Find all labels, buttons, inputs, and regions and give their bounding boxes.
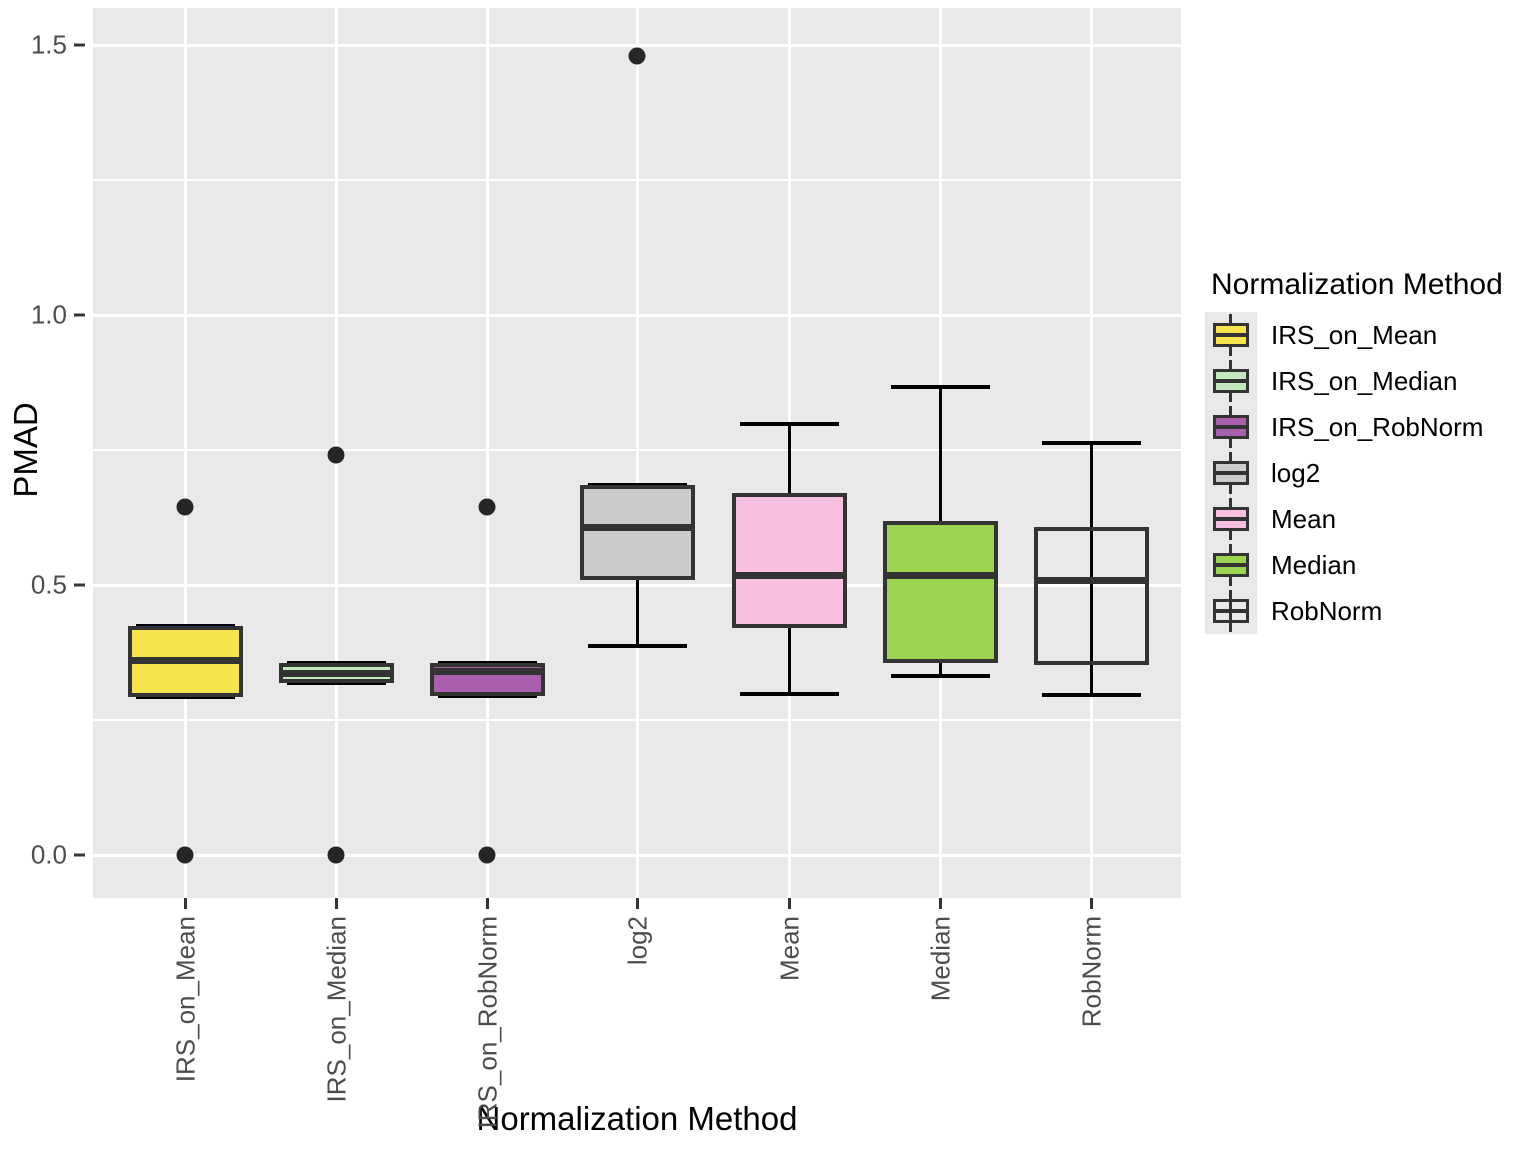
median-line: [1033, 577, 1149, 585]
boxplot-RobNorm: [0, 0, 1536, 1152]
box-iqr: [1033, 527, 1149, 665]
whisker-cap-upper: [1041, 440, 1141, 445]
whisker-cap-lower: [1041, 693, 1141, 698]
boxplot-figure: 0.0 0.5 1.0 1.5 PMAD Normalization Method N…: [0, 0, 1536, 1152]
